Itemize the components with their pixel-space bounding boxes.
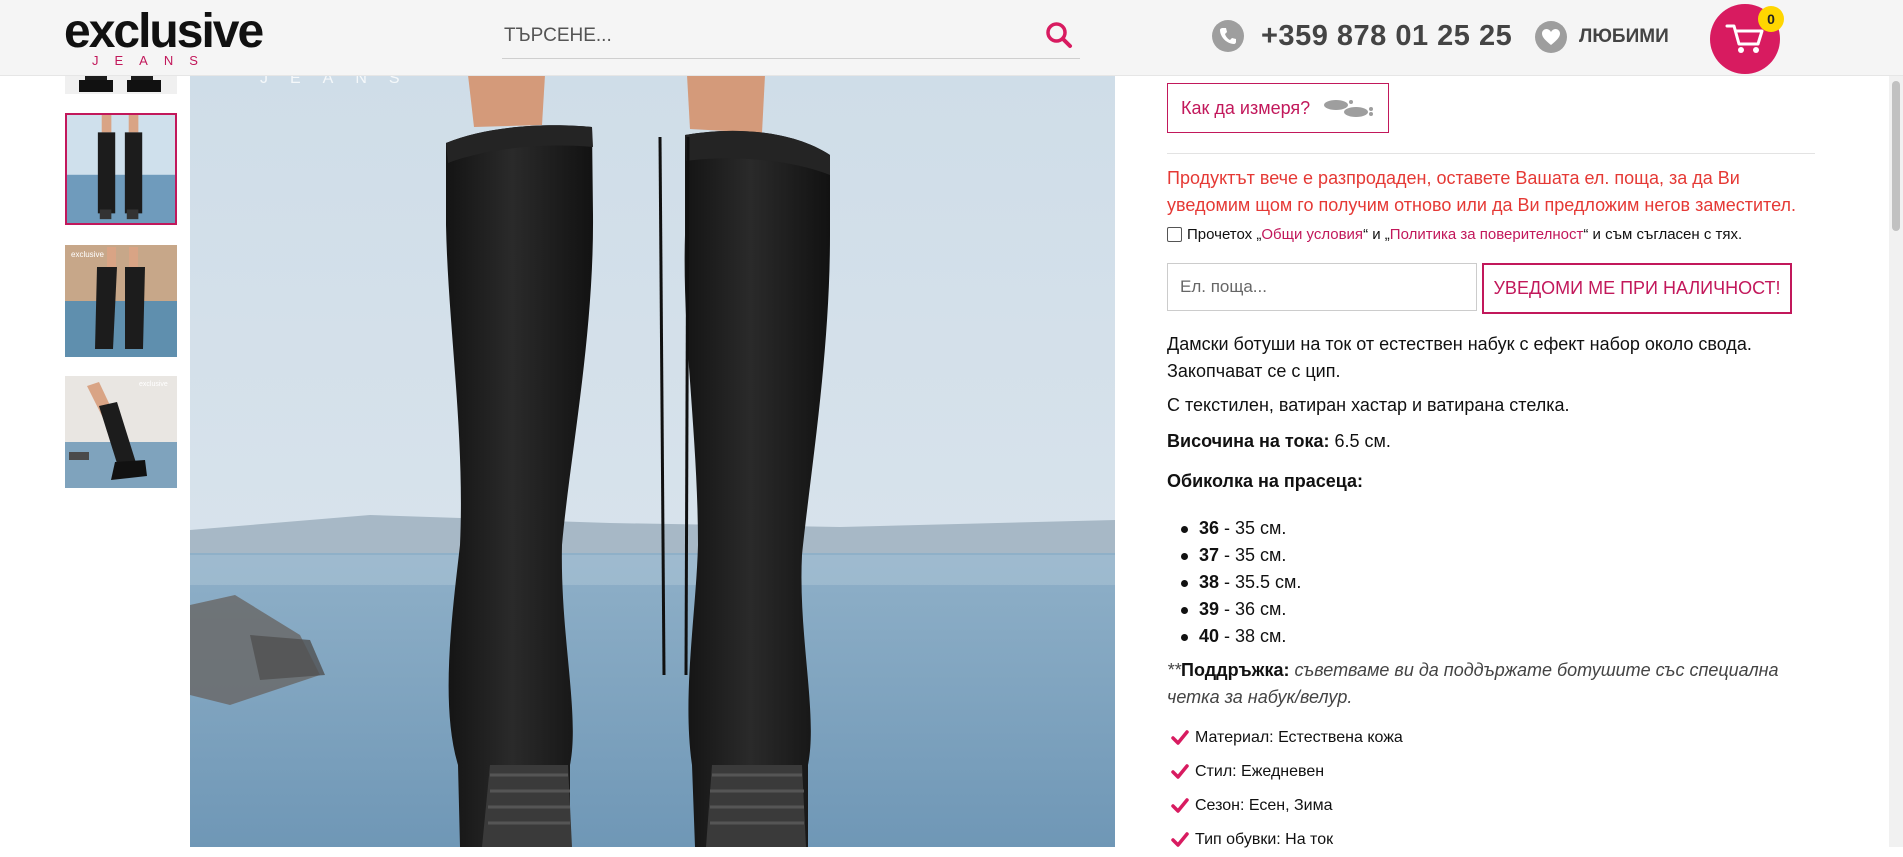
check-icon	[1171, 730, 1189, 745]
site-header: exclusive JEANS +359 878 01 25 25 ЛЮБИМИ	[0, 0, 1903, 76]
gallery-thumbnail[interactable]: exclusive	[65, 245, 177, 357]
calf-label: Обиколка на прасеца:	[1167, 471, 1364, 491]
page-scrollbar[interactable]	[1889, 75, 1903, 847]
size-value: - 35 см.	[1219, 518, 1287, 538]
scrollbar-thumb[interactable]	[1892, 81, 1900, 231]
care-instructions: **Поддръжка: съветваме ви да поддържате …	[1167, 657, 1817, 711]
terms-middle: “ и „	[1363, 226, 1390, 243]
search-icon[interactable]	[1044, 20, 1074, 50]
size-number: 36	[1199, 518, 1220, 538]
svg-text:exclusive: exclusive	[71, 250, 104, 259]
size-number: 39	[1199, 599, 1220, 619]
terms-checkbox[interactable]	[1167, 227, 1182, 242]
how-to-measure-button[interactable]: Как да измеря?	[1167, 83, 1389, 133]
boots-side-image: exclusive	[65, 376, 177, 488]
feature-text: Материал: Естествена кожа	[1195, 729, 1403, 746]
boots-side-front-image: exclusive	[65, 245, 177, 357]
list-item: 38 - 35.5 см.	[1167, 569, 1301, 596]
list-item: Стил: Ежедневен	[1167, 755, 1403, 789]
favorites-label: ЛЮБИМИ	[1579, 26, 1669, 47]
how-to-measure-label: Как да измеря?	[1181, 97, 1311, 118]
heel-height-value: 6.5 см.	[1329, 431, 1391, 451]
terms-consent: Прочетох „ Общи условия “ и „ Политика з…	[1167, 226, 1742, 243]
site-logo[interactable]: exclusive JEANS	[64, 6, 274, 68]
feature-list: Материал: Естествена кожа Стил: Ежедневе…	[1167, 721, 1403, 857]
list-item: Материал: Естествена кожа	[1167, 721, 1403, 755]
size-value: - 36 см.	[1219, 599, 1287, 619]
heel-height: Височина на тока: 6.5 см.	[1167, 431, 1391, 452]
cart-icon	[1725, 24, 1764, 53]
calf-circumference-heading: Обиколка на прасеца:	[1167, 471, 1363, 492]
care-label: Поддръжка:	[1181, 660, 1290, 680]
list-item: 37 - 35 см.	[1167, 542, 1301, 569]
list-item: 36 - 35 см.	[1167, 515, 1301, 542]
check-icon	[1171, 832, 1189, 847]
svg-text:exclusive: exclusive	[139, 381, 168, 388]
heel-height-label: Височина на тока:	[1167, 431, 1330, 451]
search-input[interactable]	[502, 20, 1026, 52]
feature-text: Сезон: Есен, Зима	[1195, 797, 1333, 814]
general-terms-link[interactable]: Общи условия	[1261, 226, 1363, 243]
size-value: - 35.5 см.	[1219, 572, 1302, 592]
heart-icon	[1535, 21, 1567, 53]
product-description: Дамски ботуши на ток от естествен набук …	[1167, 334, 1752, 381]
footprints-icon	[1324, 100, 1374, 117]
section-divider	[1167, 153, 1815, 154]
check-icon	[1171, 764, 1189, 779]
size-list: 36 - 35 см. 37 - 35 см. 38 - 35.5 см. 39…	[1167, 515, 1301, 650]
search-bar	[502, 14, 1080, 59]
privacy-policy-link[interactable]: Политика за поверителност	[1390, 226, 1584, 243]
size-number: 40	[1199, 626, 1220, 646]
notify-when-available-button[interactable]: УВЕДОМИ МЕ ПРИ НАЛИЧНОСТ!	[1482, 263, 1792, 314]
gallery-thumbnail-active[interactable]	[65, 113, 177, 225]
care-prefix: **	[1167, 660, 1182, 680]
sold-out-notice: Продуктът вече е разпродаден, оставете В…	[1167, 168, 1796, 215]
boots-back-image	[67, 115, 175, 223]
size-number: 37	[1199, 545, 1220, 565]
cart-count-badge: 0	[1758, 6, 1784, 32]
feature-text: Стил: Ежедневен	[1195, 763, 1325, 780]
product-main-image[interactable]: JEANS	[190, 75, 1115, 847]
email-field[interactable]	[1167, 263, 1477, 311]
size-number: 38	[1199, 572, 1220, 592]
terms-prefix: Прочетох „	[1187, 226, 1262, 243]
phone-number: +359 878 01 25 25	[1261, 19, 1513, 52]
gallery-thumbnail[interactable]: exclusive	[65, 376, 177, 488]
product-lining-text: С текстилен, ватиран хастар и ватирана с…	[1167, 395, 1570, 415]
svg-text:JEANS: JEANS	[260, 75, 422, 87]
feature-text: Тип обувки: На ток	[1195, 831, 1334, 848]
list-item: Сезон: Есен, Зима	[1167, 789, 1403, 823]
size-value: - 38 см.	[1219, 626, 1287, 646]
phone-icon	[1212, 20, 1244, 52]
logo-wordmark: exclusive	[64, 5, 264, 58]
cart-button[interactable]: 0	[1710, 4, 1784, 74]
phone-contact[interactable]: +359 878 01 25 25	[1212, 18, 1512, 54]
favorites-link[interactable]: ЛЮБИМИ	[1535, 20, 1669, 54]
list-item: Тип обувки: На ток	[1167, 823, 1403, 857]
check-icon	[1171, 798, 1189, 813]
size-value: - 35 см.	[1219, 545, 1287, 565]
list-item: 40 - 38 см.	[1167, 623, 1301, 650]
boots-photo: JEANS	[190, 75, 1115, 847]
logo-subtitle: JEANS	[92, 53, 214, 68]
terms-suffix: “ и съм съгласен с тях.	[1583, 226, 1743, 243]
list-item: 39 - 36 см.	[1167, 596, 1301, 623]
